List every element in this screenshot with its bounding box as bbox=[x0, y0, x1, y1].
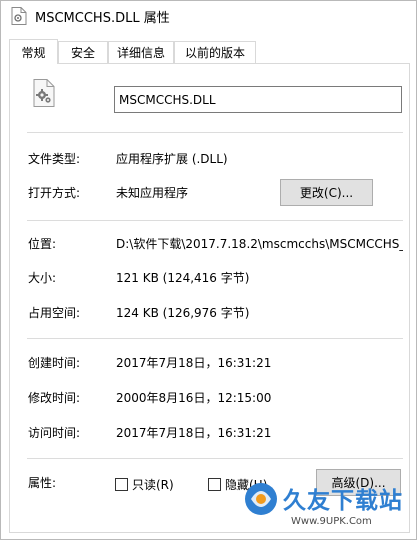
created-value: 2017年7月18日，16:31:21 bbox=[116, 356, 272, 370]
window-title: MSCMCCHS.DLL 属性 bbox=[35, 11, 170, 26]
tab-details[interactable]: 详细信息 bbox=[108, 41, 174, 63]
tab-security[interactable]: 安全 bbox=[58, 41, 108, 63]
opens-with-label: 打开方式: bbox=[28, 186, 81, 200]
tab-label: 安全 bbox=[70, 46, 95, 60]
file-type-label: 文件类型: bbox=[28, 152, 81, 166]
tab-general[interactable]: 常规 bbox=[9, 39, 58, 64]
dll-file-icon bbox=[11, 7, 27, 25]
divider bbox=[27, 220, 403, 221]
location-value: D:\软件下载\2017.7.18.2\mscmcchs\MSCMCCHS_jb bbox=[116, 237, 403, 251]
tab-label: 详细信息 bbox=[116, 46, 165, 60]
readonly-checkbox[interactable]: 只读(R) bbox=[115, 476, 174, 493]
location-label: 位置: bbox=[28, 237, 57, 251]
properties-window: MSCMCCHS.DLL 属性 常规 安全 详细信息 以前的版本 MSCMCCH… bbox=[0, 0, 417, 540]
size-value: 121 KB (124,416 字节) bbox=[116, 271, 250, 285]
title-bar[interactable]: MSCMCCHS.DLL 属性 bbox=[1, 1, 416, 31]
checkbox-box[interactable] bbox=[115, 478, 128, 491]
size-label: 大小: bbox=[28, 271, 57, 285]
modified-label: 修改时间: bbox=[28, 391, 81, 405]
accessed-value: 2017年7月18日，16:31:21 bbox=[116, 426, 272, 440]
checkbox-box[interactable] bbox=[208, 478, 221, 491]
tab-label: 以前的版本 bbox=[184, 46, 245, 60]
tab-previous-versions[interactable]: 以前的版本 bbox=[174, 41, 256, 63]
attributes-label: 属性: bbox=[28, 476, 57, 490]
created-label: 创建时间: bbox=[28, 356, 81, 370]
accessed-label: 访问时间: bbox=[28, 426, 81, 440]
tab-label: 常规 bbox=[21, 45, 46, 60]
hidden-label: 隐藏(H) bbox=[225, 478, 268, 492]
file-type-value: 应用程序扩展 (.DLL) bbox=[116, 152, 228, 166]
hidden-checkbox[interactable]: 隐藏(H) bbox=[208, 476, 267, 493]
dll-file-gear-icon bbox=[33, 79, 55, 107]
readonly-label: 只读(R) bbox=[132, 478, 174, 492]
opens-with-value: 未知应用程序 bbox=[116, 186, 189, 200]
divider bbox=[27, 458, 403, 459]
size-on-disk-label: 占用空间: bbox=[28, 306, 81, 320]
size-on-disk-value: 124 KB (126,976 字节) bbox=[116, 306, 250, 320]
general-tab-panel bbox=[9, 63, 410, 533]
divider bbox=[27, 132, 403, 133]
file-name-input[interactable] bbox=[114, 86, 402, 113]
divider bbox=[27, 338, 403, 339]
modified-value: 2000年8月16日，12:15:00 bbox=[116, 391, 272, 405]
change-button[interactable]: 更改(C)... bbox=[280, 179, 373, 206]
advanced-button[interactable]: 高级(D)... bbox=[316, 469, 401, 496]
